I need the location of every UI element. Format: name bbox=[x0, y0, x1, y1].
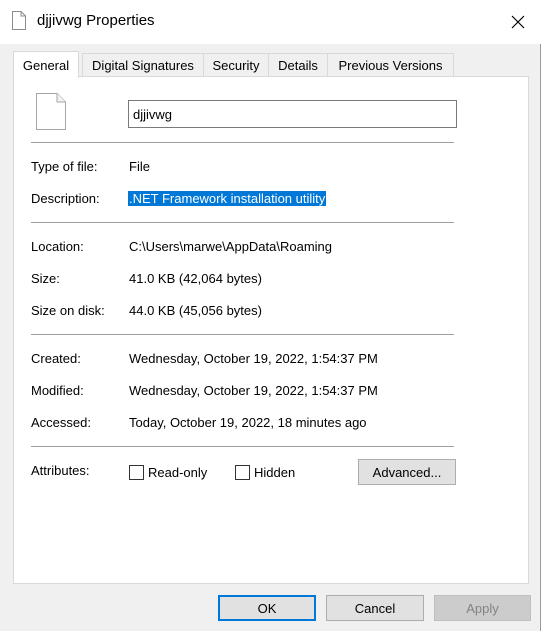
tab-previous-versions[interactable]: Previous Versions bbox=[327, 53, 454, 76]
tab-details[interactable]: Details bbox=[268, 53, 328, 76]
description-value[interactable]: .NET Framework installation utility bbox=[128, 191, 327, 206]
attributes-label: Attributes: bbox=[31, 463, 90, 478]
tab-digital-signatures[interactable]: Digital Signatures bbox=[82, 53, 204, 76]
window-title: djjivwg Properties bbox=[37, 12, 155, 29]
size-on-disk-value[interactable]: 44.0 KB (45,056 bytes) bbox=[129, 303, 262, 318]
location-value[interactable]: C:\Users\marwe\AppData\Roaming bbox=[129, 239, 332, 254]
separator bbox=[31, 222, 454, 224]
hidden-label[interactable]: Hidden bbox=[254, 465, 295, 480]
separator bbox=[31, 446, 454, 448]
size-on-disk-label: Size on disk: bbox=[31, 303, 105, 318]
type-value: File bbox=[129, 159, 150, 174]
properties-dialog: djjivwg Properties General Digital Signa… bbox=[0, 0, 541, 631]
close-button[interactable] bbox=[495, 0, 541, 44]
file-name-field[interactable] bbox=[128, 100, 457, 128]
separator bbox=[31, 334, 454, 336]
location-label: Location: bbox=[31, 239, 84, 254]
accessed-label: Accessed: bbox=[31, 415, 91, 430]
cancel-button[interactable]: Cancel bbox=[326, 595, 424, 621]
tab-general[interactable]: General bbox=[13, 51, 79, 78]
size-value[interactable]: 41.0 KB (42,064 bytes) bbox=[129, 271, 262, 286]
created-label: Created: bbox=[31, 351, 81, 366]
title-bar[interactable]: djjivwg Properties bbox=[0, 0, 541, 44]
read-only-checkbox[interactable] bbox=[129, 465, 144, 480]
file-icon bbox=[12, 11, 26, 30]
read-only-label[interactable]: Read-only bbox=[148, 465, 207, 480]
description-label: Description: bbox=[31, 191, 100, 206]
created-value[interactable]: Wednesday, October 19, 2022, 1:54:37 PM bbox=[129, 351, 378, 366]
size-label: Size: bbox=[31, 271, 60, 286]
modified-value[interactable]: Wednesday, October 19, 2022, 1:54:37 PM bbox=[129, 383, 378, 398]
advanced-button[interactable]: Advanced... bbox=[358, 459, 456, 485]
separator bbox=[31, 142, 454, 144]
accessed-value[interactable]: Today, October 19, 2022, 18 minutes ago bbox=[129, 415, 367, 430]
hidden-checkbox[interactable] bbox=[235, 465, 250, 480]
file-icon bbox=[36, 93, 66, 130]
modified-label: Modified: bbox=[31, 383, 84, 398]
apply-button: Apply bbox=[434, 595, 531, 621]
general-tab-panel bbox=[13, 76, 529, 584]
close-icon bbox=[511, 15, 525, 29]
tab-security[interactable]: Security bbox=[203, 53, 269, 76]
ok-button[interactable]: OK bbox=[218, 595, 316, 621]
type-label: Type of file: bbox=[31, 159, 98, 174]
